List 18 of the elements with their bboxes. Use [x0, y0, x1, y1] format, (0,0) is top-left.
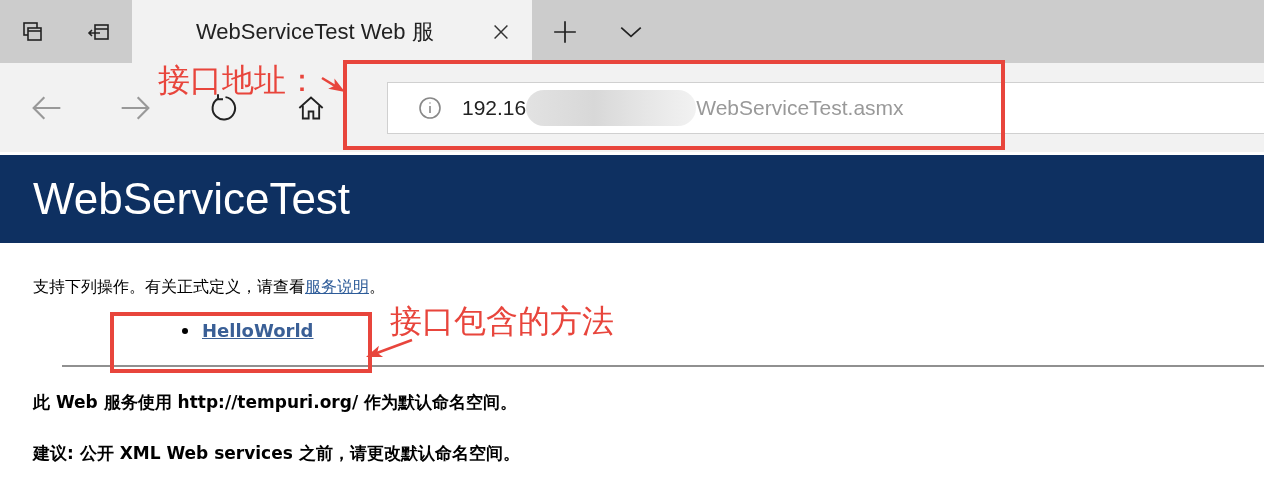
annotation-arrow: [366, 338, 413, 358]
plus-icon: [552, 18, 578, 45]
annotation-label: 接口地址：: [158, 64, 318, 96]
url-host: 192.16: [462, 95, 527, 120]
address-bar[interactable]: 192.16 WebServiceTest.asmx: [387, 81, 1264, 134]
service-description-link[interactable]: 服务说明: [305, 277, 369, 296]
url-path: WebServiceTest.asmx: [696, 95, 904, 120]
windows-icon: [21, 19, 45, 44]
note-text: 此 Web 服务使用 http://tempuri.org/ 作为默认命名空间。: [33, 391, 518, 414]
bullet-icon: [182, 327, 188, 334]
annotation-arrow: [321, 76, 345, 92]
page-header: WebServiceTest: [0, 155, 1264, 243]
annotation-label: 接口包含的方法: [390, 305, 614, 337]
browser-tab[interactable]: WebServiceTest Web 服: [132, 0, 532, 63]
intro-text: 支持下列操作。有关正式定义，请查看服务说明。: [33, 277, 386, 298]
note-text: 建议: 公开 XML Web services 之前，请更改默认命名空间。: [33, 442, 521, 465]
info-icon: [418, 95, 442, 120]
operation-link[interactable]: HelloWorld: [202, 320, 314, 341]
